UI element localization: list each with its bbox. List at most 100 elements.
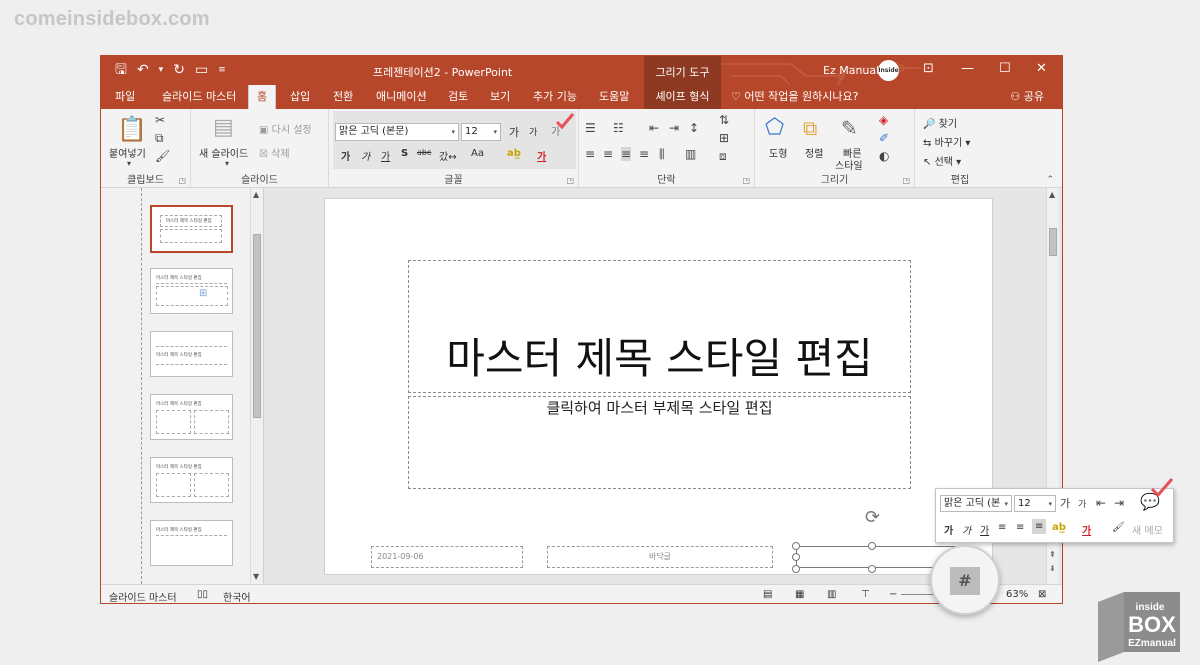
mini-decrease-indent-icon[interactable]: ⇤ [1096, 496, 1106, 510]
shape-outline-icon[interactable]: ✐ [879, 131, 889, 145]
find-button[interactable]: 🔎 찾기 [923, 115, 957, 130]
align-left-icon[interactable]: ≡ [585, 147, 595, 161]
italic-button[interactable]: 가 [361, 148, 370, 163]
thumbnail-layout[interactable]: 마스터 제목 스타일 편집 [150, 520, 233, 566]
mini-highlight-icon[interactable]: ab̲ [1052, 522, 1066, 533]
tab-file[interactable]: 파일 [115, 85, 135, 109]
mini-grow-font-icon[interactable]: 가 [1060, 497, 1070, 511]
mini-align-center-icon[interactable]: ≡ [1016, 522, 1024, 533]
save-icon[interactable]: 🖫 [115, 61, 127, 79]
reading-view-icon[interactable]: ▥ [827, 589, 836, 600]
tab-view[interactable]: 보기 [490, 85, 510, 109]
resize-handle[interactable] [792, 542, 800, 550]
tab-home[interactable]: 홈 [248, 85, 276, 109]
thumbnail-layout[interactable]: 마스터 제목 스타일 편집 [150, 394, 233, 440]
tab-insert[interactable]: 삽입 [290, 85, 310, 109]
resize-handle[interactable] [868, 565, 876, 573]
user-avatar[interactable]: Inside Box [878, 60, 899, 95]
shrink-font-button[interactable]: 가 [529, 125, 537, 138]
title-placeholder[interactable]: 마스터 제목 스타일 편집 [408, 260, 911, 393]
arrange-icon[interactable]: ⧉ [803, 115, 817, 141]
thumbnail-pane[interactable]: 마스터 제목 스타일 편집 마스터 제목 스타일 편집 ⊞ 마스터 제목 스타일… [101, 188, 264, 584]
slide-number-placeholder[interactable] [796, 546, 956, 568]
paste-dropdown-icon[interactable]: ▾ [127, 157, 131, 171]
delete-slide-button[interactable]: ☒ 삭제 [259, 145, 290, 160]
status-language[interactable]: 한국어 [223, 589, 251, 603]
slideshow-from-start-icon[interactable]: ▭ [195, 61, 208, 79]
shapes-button[interactable]: 도형 [769, 145, 787, 160]
font-color-icon[interactable]: 가 [537, 148, 546, 163]
close-icon[interactable]: ✕ [1036, 61, 1047, 76]
subtitle-placeholder[interactable]: 클릭하여 마스터 부제목 스타일 편집 [408, 396, 911, 489]
shape-effects-icon[interactable]: ◐ [879, 149, 889, 163]
slide-subtitle[interactable]: 클릭하여 마스터 부제목 스타일 편집 [409, 397, 910, 418]
slide-sorter-icon[interactable]: ▦ [795, 589, 804, 600]
thumbnail-layout[interactable]: 마스터 제목 스타일 편집 ⊞ [150, 268, 233, 314]
quick-styles-icon[interactable]: ✎ [841, 115, 858, 141]
grow-font-button[interactable]: 가 [509, 124, 519, 140]
mini-font-color-icon[interactable]: 가 [1082, 522, 1091, 537]
resize-handle[interactable] [792, 565, 800, 573]
redo-icon[interactable]: ↻ [173, 61, 185, 79]
shape-fill-icon[interactable]: ◈ [879, 113, 888, 127]
char-spacing-button[interactable]: 갔↔ [439, 148, 457, 163]
bold-button[interactable]: 가 [341, 148, 350, 163]
select-button[interactable]: ↖ 선택 ▾ [923, 153, 961, 168]
change-case-button[interactable]: Aa [471, 148, 484, 159]
new-slide-icon[interactable]: ▤ [213, 115, 234, 141]
mini-align-right-icon[interactable]: ≡ [1032, 519, 1047, 534]
mini-font-name-dropdown-icon[interactable]: ▾ [1004, 496, 1008, 512]
rotate-handle-icon[interactable]: ⟳ [865, 509, 880, 527]
shadow-button[interactable]: S [401, 148, 408, 159]
columns-icon[interactable]: ▥ [685, 147, 696, 161]
font-name-dropdown-icon[interactable]: ▾ [451, 124, 455, 140]
undo-dropdown-icon[interactable]: ▾ [159, 61, 164, 79]
resize-handle[interactable] [792, 553, 800, 561]
font-size-dropdown-icon[interactable]: ▾ [493, 124, 497, 140]
increase-indent-icon[interactable]: ⇥ [669, 121, 679, 135]
thumbnail-scrollbar[interactable]: ▲ ▼ [250, 188, 263, 584]
fit-slide-icon[interactable]: ⊠ [1038, 589, 1046, 600]
collapse-ribbon-icon[interactable]: ⌃ [1046, 175, 1054, 185]
maximize-icon[interactable]: ☐ [999, 61, 1011, 76]
prev-slide-icon[interactable]: ⇞ [1049, 550, 1056, 559]
paragraph-launcher-icon[interactable]: ◳ [742, 176, 750, 185]
slideshow-view-icon[interactable]: ⊤ [861, 589, 870, 600]
thumbnail-layout[interactable]: 마스터 제목 스타일 편집 [150, 331, 233, 377]
text-direction-icon[interactable]: ⇅ [719, 113, 729, 127]
tab-review[interactable]: 검토 [448, 85, 468, 109]
thumbnail-scroll-thumb[interactable] [253, 234, 261, 418]
ribbon-display-options-icon[interactable]: ⊡ [923, 61, 934, 76]
mini-format-painter-icon[interactable]: 🖌 [1112, 522, 1125, 533]
mini-increase-indent-icon[interactable]: ⇥ [1114, 496, 1124, 510]
tab-add-ins[interactable]: 추가 기능 [533, 85, 577, 109]
new-slide-button[interactable]: 새 슬라이드 [199, 145, 248, 160]
normal-view-icon[interactable]: ▤ [763, 589, 772, 600]
font-size-combo[interactable]: 12 ▾ [461, 123, 501, 141]
decrease-indent-icon[interactable]: ⇤ [649, 121, 659, 135]
tab-transitions[interactable]: 전환 [333, 85, 353, 109]
mini-font-name-combo[interactable]: 맑은 고딕 (본 ▾ [940, 495, 1012, 512]
undo-icon[interactable]: ↶ [137, 61, 149, 79]
copy-icon[interactable]: ⧉ [155, 131, 164, 145]
thumbnail-master[interactable]: 마스터 제목 스타일 편집 [150, 205, 233, 253]
reset-button[interactable]: ▣ 다시 설정 [259, 121, 312, 136]
font-launcher-icon[interactable]: ◳ [566, 176, 574, 185]
paste-icon[interactable]: 📋 [117, 115, 147, 143]
tell-me-box[interactable]: ♡ 어떤 작업을 원하시나요? [731, 85, 858, 109]
next-slide-icon[interactable]: ⇟ [1049, 564, 1056, 573]
user-name[interactable]: Ez Manual [823, 64, 879, 77]
thumbnail-layout[interactable]: 마스터 제목 스타일 편집 [150, 457, 233, 503]
smartart-icon[interactable]: ⧈ [719, 149, 727, 163]
scroll-up-icon[interactable]: ▲ [1049, 190, 1055, 199]
numbering-icon[interactable]: ☷ [613, 121, 624, 135]
mini-bold-button[interactable]: 가 [944, 522, 953, 537]
mini-new-comment-label[interactable]: 새 메모 [1132, 522, 1163, 537]
tab-shape-format[interactable]: 셰이프 형식 [644, 85, 721, 109]
scroll-down-icon[interactable]: ▼ [253, 572, 259, 581]
clipboard-launcher-icon[interactable]: ◳ [178, 176, 186, 185]
mini-underline-button[interactable]: 가 [980, 522, 989, 537]
highlight-color-icon[interactable]: ab̲ [507, 148, 521, 159]
arrange-button[interactable]: 정렬 [805, 145, 823, 160]
justify-icon[interactable]: ≡ [639, 147, 649, 161]
